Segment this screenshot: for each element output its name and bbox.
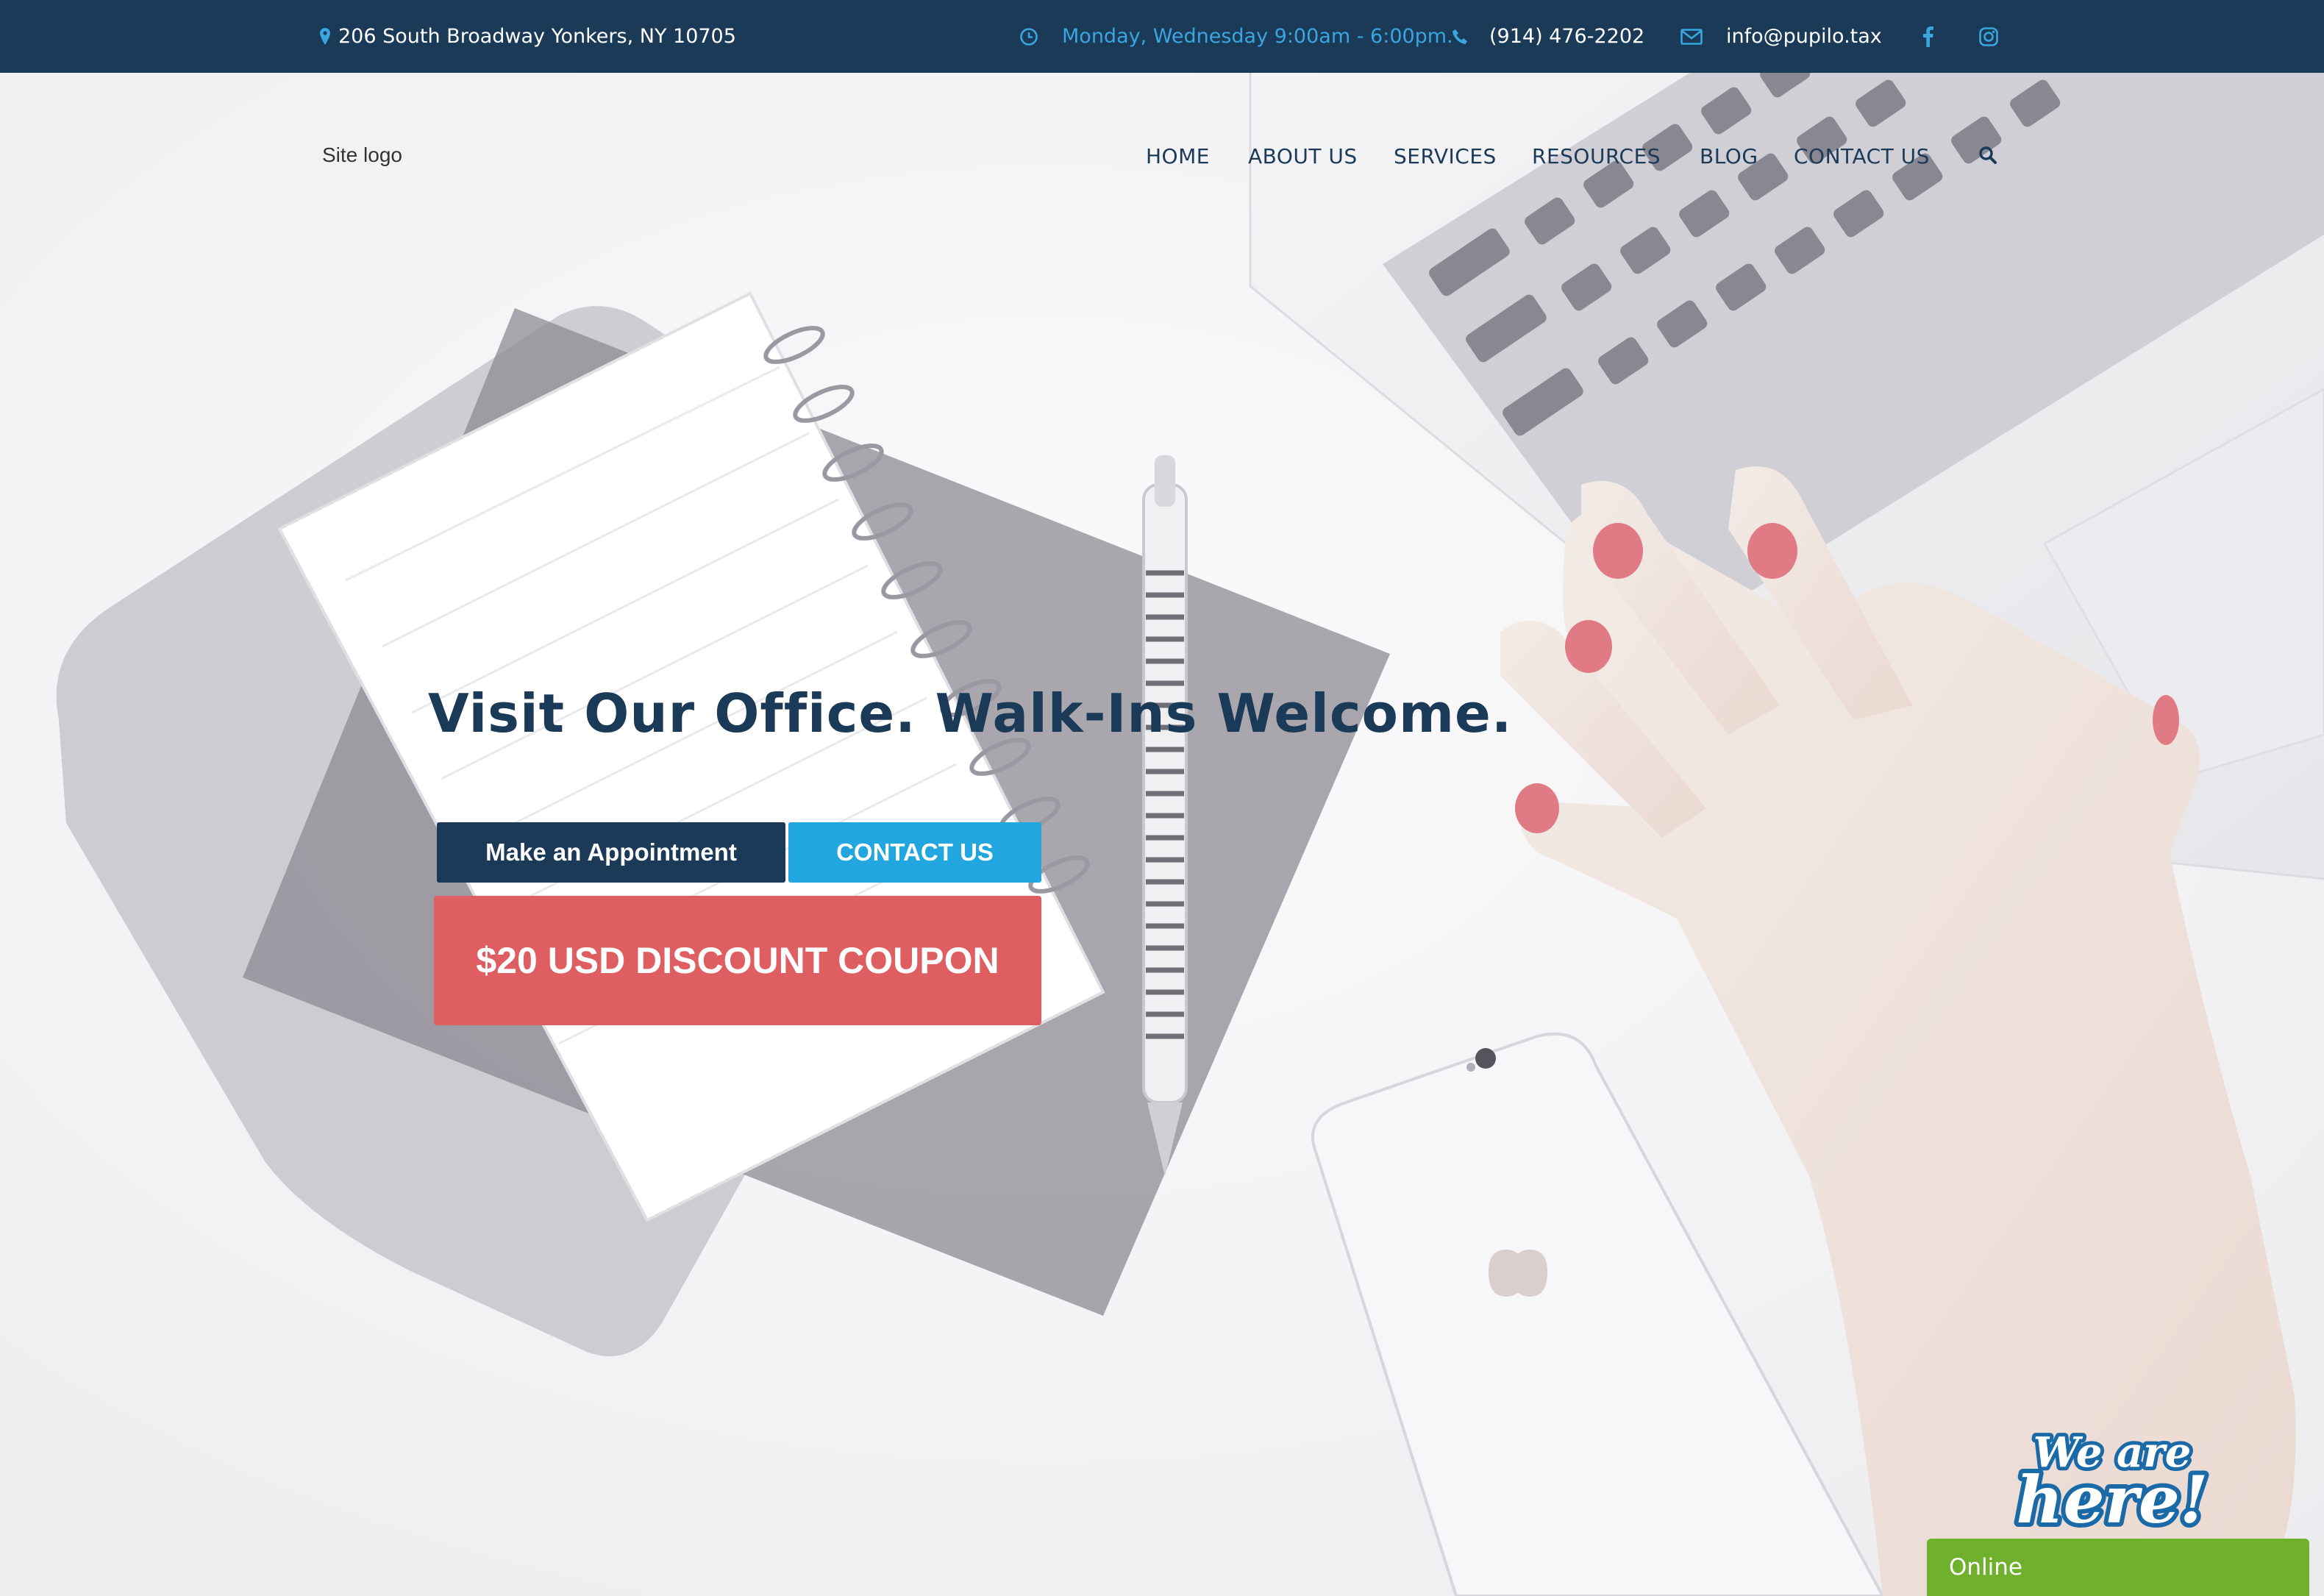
hero-background-image (0, 73, 2324, 1596)
nav-services[interactable]: SERVICES (1394, 144, 1497, 168)
address-text: 206 South Broadway Yonkers, NY 10705 (338, 25, 736, 48)
make-appointment-button[interactable]: Make an Appointment (437, 822, 785, 883)
chat-status-bar[interactable]: Online (1927, 1539, 2309, 1596)
phone-icon (1452, 29, 1467, 44)
we-are-here-badge[interactable]: We are here! (2009, 1424, 2223, 1542)
site-logo[interactable]: Site logo (322, 143, 402, 167)
chat-badge[interactable]: We are here! (2009, 1424, 2223, 1542)
hero-title: Visit Our Office. Walk-Ins Welcome. (428, 683, 1513, 744)
email-info[interactable]: info@pupilo.tax (1680, 0, 1882, 73)
facebook-link[interactable] (1923, 0, 1933, 73)
phone-text[interactable]: (914) 476-2202 (1489, 25, 1644, 48)
nav-search[interactable] (1978, 146, 1997, 168)
contact-us-button[interactable]: CONTACT US (788, 822, 1041, 883)
nav-about-us[interactable]: ABOUT US (1248, 144, 1358, 168)
facebook-icon[interactable] (1923, 26, 1933, 47)
nav-blog[interactable]: BLOG (1700, 144, 1758, 168)
discount-coupon-button[interactable]: $20 USD DISCOUNT COUPON (434, 896, 1041, 1025)
instagram-link[interactable] (1979, 0, 1998, 73)
nav-resources[interactable]: RESOURCES (1532, 144, 1661, 168)
nav-home[interactable]: HOME (1146, 144, 1210, 168)
clock-icon (1020, 27, 1038, 46)
hero-section: Site logo (0, 73, 2324, 1596)
address-info: 206 South Broadway Yonkers, NY 10705 (319, 0, 736, 73)
top-info-bar: 206 South Broadway Yonkers, NY 10705 Mon… (0, 0, 2324, 73)
nav-contact-us[interactable]: CONTACT US (1794, 144, 1930, 168)
instagram-icon[interactable] (1979, 26, 1998, 46)
envelope-icon (1680, 28, 1703, 45)
search-icon[interactable] (1978, 146, 1997, 165)
badge-line2: here! (2017, 1461, 2209, 1534)
map-pin-icon (320, 27, 330, 45)
chat-status-text: Online (1949, 1554, 2022, 1581)
hours-text: Monday, Wednesday 9:00am - 6:00pm. (1062, 25, 1453, 48)
hours-info: Monday, Wednesday 9:00am - 6:00pm. (1019, 0, 1453, 73)
phone-info[interactable]: (914) 476-2202 (1451, 0, 1644, 73)
email-text[interactable]: info@pupilo.tax (1726, 25, 1882, 48)
